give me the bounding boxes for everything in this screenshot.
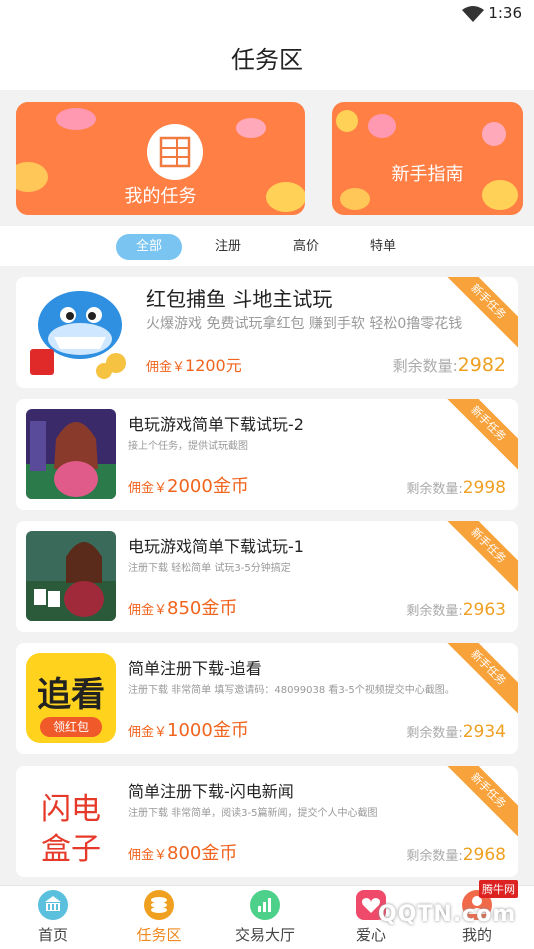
task-card[interactable]: 红包捕鱼 斗地主试玩 火爆游戏 免费试玩拿红包 赚到手软 轻松0撸零花钱 佣金￥…	[16, 277, 518, 388]
reward-amount: 850金币	[167, 598, 238, 619]
reward-amount: 2000金币	[167, 476, 249, 497]
tab-label: 首页	[37, 926, 68, 944]
task-card[interactable]: 追看 领红包 简单注册下载-追看 注册下载 非常简单 填写邀请码：4809903…	[16, 643, 518, 754]
tab-label: 交易大厅	[234, 926, 295, 944]
filter-special[interactable]: 特单	[358, 234, 408, 260]
task-description: 注册下载 非常简单 填写邀请码：48099038 看3-5个视频提交中心截图。	[128, 685, 455, 696]
remaining-count: 2968	[462, 845, 506, 865]
task-list-icon	[147, 124, 203, 180]
logo-text: 闪电	[41, 792, 101, 827]
remaining-count: 2963	[462, 600, 506, 620]
filter-all[interactable]: 全部	[116, 234, 182, 260]
status-bar: 1:36	[0, 0, 534, 30]
decor	[336, 110, 358, 132]
task-remaining: 剩余数量:2998	[406, 478, 506, 498]
remaining-label: 剩余数量:	[392, 357, 458, 375]
casino-game-thumb	[26, 409, 116, 499]
my-tasks-banner[interactable]: 我的任务	[16, 102, 305, 215]
watermark-sub: 腾牛网	[479, 880, 518, 898]
remaining-label: 剩余数量:	[406, 604, 463, 619]
filter-register[interactable]: 注册	[203, 234, 253, 260]
remaining-count: 2982	[457, 354, 506, 376]
logo-sub-text: 领红包	[40, 717, 102, 737]
decor	[236, 118, 266, 138]
task-remaining: 剩余数量:2982	[393, 354, 506, 376]
watermark-text: QQTN.com	[378, 902, 517, 927]
remaining-label: 剩余数量:	[406, 849, 463, 864]
reward-label: 佣金￥	[128, 725, 168, 740]
task-title: 简单注册下载-追看	[128, 659, 262, 678]
header: 任务区	[0, 30, 534, 90]
newbie-badge: 新手任务	[437, 399, 518, 475]
decor	[56, 108, 96, 130]
qqtn-watermark: 腾牛网 QQTN.com	[338, 872, 528, 942]
newbie-guide-label: 新手指南	[391, 164, 464, 185]
newbie-badge: 新手任务	[437, 521, 518, 597]
task-description: 注册下载 非常简单，阅读3-5篇新闻，提交个人中心截图	[128, 808, 378, 819]
newbie-guide-banner[interactable]: 新手指南	[332, 102, 523, 215]
task-card[interactable]: 闪电 盒子 简单注册下载-闪电新闻 注册下载 非常简单，阅读3-5篇新闻，提交个…	[16, 766, 518, 877]
task-card[interactable]: 电玩游戏简单下载试玩-2 接上个任务，提供试玩截图 佣金￥2000金币 剩余数量…	[16, 399, 518, 510]
reward-label: 佣金￥	[146, 360, 186, 375]
task-reward: 佣金￥850金币	[128, 594, 237, 620]
remaining-label: 剩余数量:	[406, 726, 463, 741]
reward-amount: 1000金币	[167, 720, 249, 741]
clock: 1:36	[488, 4, 522, 22]
coins-icon	[144, 890, 174, 920]
task-reward: 佣金￥800金币	[128, 839, 237, 865]
task-card[interactable]: 电玩游戏简单下载试玩-1 注册下载 轻松简单 试玩3-5分钟搞定 佣金￥850金…	[16, 521, 518, 632]
shandian-app-logo: 闪电 盒子	[26, 776, 116, 866]
tab-home[interactable]: 首页	[0, 886, 106, 949]
task-remaining: 剩余数量:2963	[406, 600, 506, 620]
logo-sub-text: 盒子	[41, 832, 101, 866]
newbie-badge: 新手任务	[437, 766, 518, 842]
reward-amount: 1200元	[185, 356, 242, 375]
task-reward: 佣金￥1200元	[146, 352, 242, 376]
task-reward: 佣金￥2000金币	[128, 472, 249, 498]
fish-game-thumb	[24, 279, 130, 385]
tab-label: 任务区	[136, 926, 182, 944]
task-description: 火爆游戏 免费试玩拿红包 赚到手软 轻松0撸零花钱	[146, 316, 463, 332]
reward-label: 佣金￥	[128, 481, 168, 496]
task-description: 接上个任务，提供试玩截图	[128, 441, 248, 452]
task-remaining: 剩余数量:2934	[406, 722, 506, 742]
filter-high-price[interactable]: 高价	[281, 234, 331, 260]
reward-label: 佣金￥	[128, 848, 168, 863]
task-title: 电玩游戏简单下载试玩-2	[128, 415, 304, 434]
task-reward: 佣金￥1000金币	[128, 716, 249, 742]
task-remaining: 剩余数量:2968	[406, 845, 506, 865]
decor	[368, 114, 396, 138]
my-tasks-label: 我的任务	[124, 186, 197, 207]
remaining-count: 2934	[462, 722, 506, 742]
zhuikan-app-logo: 追看 领红包	[26, 653, 116, 743]
reward-label: 佣金￥	[128, 603, 168, 618]
remaining-count: 2998	[462, 478, 506, 498]
decor	[482, 122, 506, 146]
logo-text: 追看	[37, 675, 105, 715]
wifi-icon	[462, 6, 484, 22]
page-title: 任务区	[231, 46, 303, 74]
task-title: 电玩游戏简单下载试玩-1	[128, 537, 304, 556]
chart-icon	[250, 890, 280, 920]
filter-bar: 全部 注册 高价 特单	[0, 226, 534, 266]
task-title: 红包捕鱼 斗地主试玩	[146, 287, 333, 311]
remaining-label: 剩余数量:	[406, 482, 463, 497]
tab-trading-hall[interactable]: 交易大厅	[212, 886, 318, 949]
casino-game-thumb	[26, 531, 116, 621]
bank-icon	[38, 890, 68, 920]
reward-amount: 800金币	[167, 843, 238, 864]
decor	[340, 188, 370, 210]
task-title: 简单注册下载-闪电新闻	[128, 782, 294, 801]
task-description: 注册下载 轻松简单 试玩3-5分钟搞定	[128, 563, 291, 574]
tab-tasks[interactable]: 任务区	[106, 886, 212, 949]
